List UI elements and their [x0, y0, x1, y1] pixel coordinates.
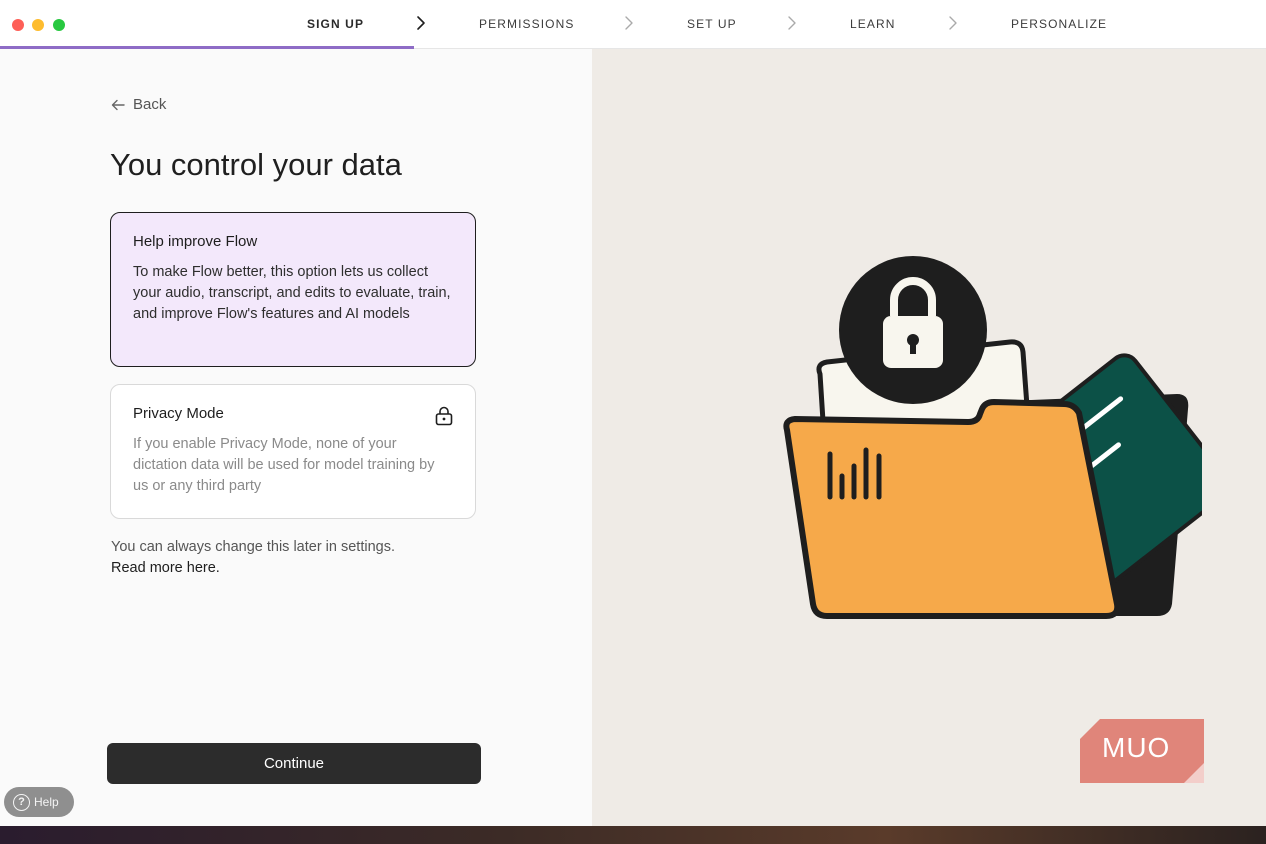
- continue-button[interactable]: Continue: [107, 743, 481, 784]
- settings-note: You can always change this later in sett…: [111, 537, 395, 579]
- arrow-left-icon: [111, 99, 125, 110]
- step-set-up: SET UP: [687, 17, 737, 31]
- option-title: Privacy Mode: [133, 405, 224, 422]
- title-bar: SIGN UP PERMISSIONS SET UP LEARN PERSONA…: [0, 0, 1266, 49]
- chevron-right-icon: [949, 16, 957, 30]
- onboarding-steps: SIGN UP PERMISSIONS SET UP LEARN PERSONA…: [0, 0, 1266, 48]
- back-button[interactable]: Back: [111, 96, 166, 113]
- chevron-right-icon: [788, 16, 796, 30]
- secure-folder-illustration: [783, 256, 1202, 619]
- step-personalize: PERSONALIZE: [1011, 17, 1108, 31]
- option-description: To make Flow better, this option lets us…: [133, 264, 451, 322]
- app-window: SIGN UP PERMISSIONS SET UP LEARN PERSONA…: [0, 0, 1266, 826]
- option-title: Help improve Flow: [133, 233, 258, 250]
- lock-icon: [435, 406, 453, 426]
- question-mark-icon: ?: [13, 793, 30, 811]
- settings-note-text: You can always change this later in sett…: [111, 539, 395, 555]
- option-help-improve-flow[interactable]: Help improve Flow To make Flow better, t…: [110, 212, 476, 367]
- help-button[interactable]: ? Help: [4, 787, 74, 817]
- step-learn: LEARN: [850, 17, 896, 31]
- option-privacy-mode[interactable]: Privacy Mode If you enable Privacy Mode,…: [110, 384, 476, 519]
- step-sign-up: SIGN UP: [307, 17, 365, 31]
- chevron-right-icon: [625, 16, 633, 30]
- muo-watermark: MUO: [1080, 719, 1204, 783]
- chevron-right-icon: [417, 16, 425, 30]
- read-more-link[interactable]: Read more here.: [111, 558, 395, 579]
- step-permissions: PERMISSIONS: [479, 17, 575, 31]
- illustration-panel: MUO: [592, 49, 1266, 826]
- help-label: Help: [34, 795, 59, 809]
- page-title: You control your data: [110, 147, 402, 182]
- back-label: Back: [133, 96, 167, 113]
- desktop-background: [0, 826, 1266, 844]
- option-description: If you enable Privacy Mode, none of your…: [133, 436, 435, 494]
- left-panel: Back You control your data Help improve …: [0, 49, 592, 826]
- watermark-text: MUO: [1102, 732, 1171, 763]
